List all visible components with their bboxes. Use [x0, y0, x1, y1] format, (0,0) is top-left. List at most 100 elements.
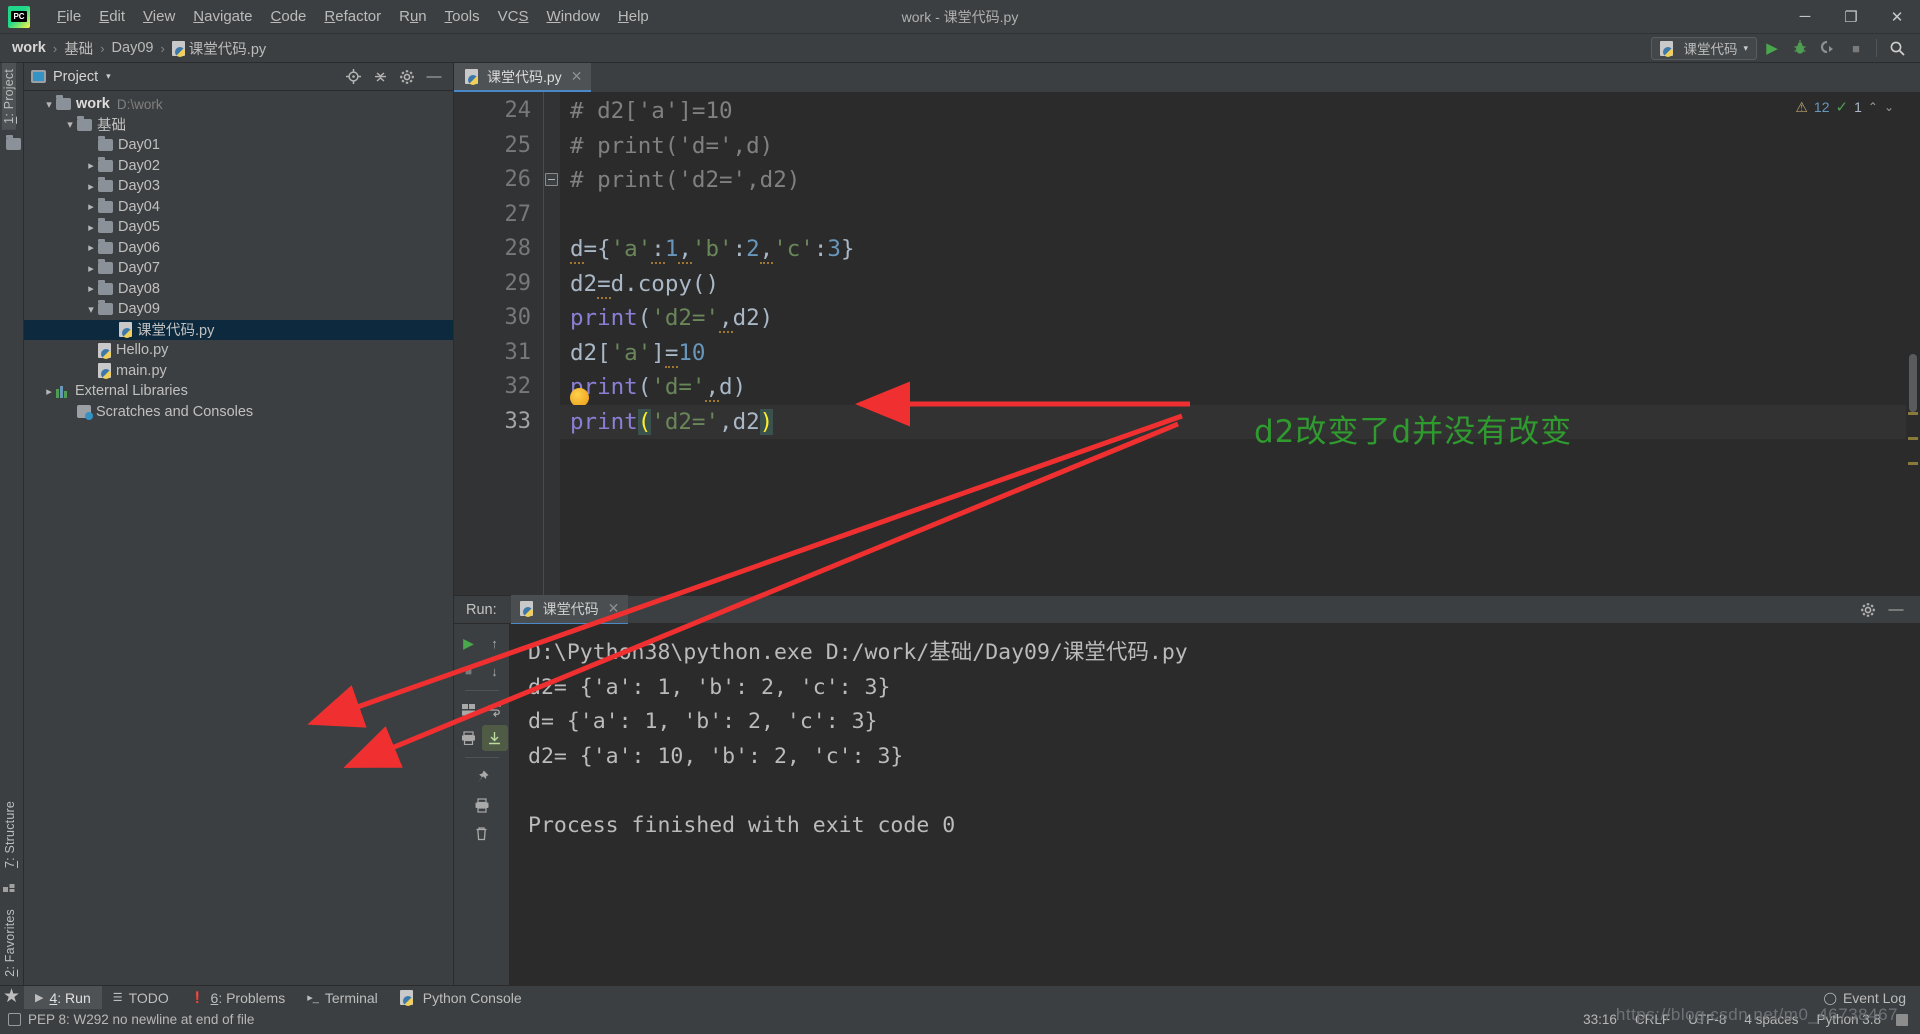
- run-button[interactable]: ▶: [1759, 35, 1785, 61]
- settings-gear-icon[interactable]: [1856, 598, 1880, 622]
- rerun-icon[interactable]: ▶: [456, 630, 482, 656]
- code-line-27[interactable]: [560, 198, 1920, 233]
- code-line-26[interactable]: # print('d2=',d2): [560, 163, 1920, 198]
- event-log-label[interactable]: Event Log: [1843, 990, 1906, 1006]
- menu-window[interactable]: Window: [538, 4, 609, 29]
- scroll-up-icon[interactable]: ↑: [482, 630, 508, 656]
- run-tab-kechengdaima[interactable]: 课堂代码 ✕: [511, 595, 629, 625]
- tree-node-day08[interactable]: Day08: [24, 279, 453, 300]
- menu-view[interactable]: View: [134, 4, 184, 29]
- line-number[interactable]: 33: [454, 405, 543, 440]
- menu-vcs[interactable]: VCS: [489, 4, 538, 29]
- code-line-31[interactable]: d2['a']=10: [560, 336, 1920, 371]
- previous-highlight-icon[interactable]: ⌃: [1868, 100, 1878, 114]
- caret-position[interactable]: 33:16: [1574, 1012, 1626, 1027]
- editor-marker-warning[interactable]: [1908, 412, 1918, 415]
- line-number[interactable]: 32: [454, 370, 543, 405]
- tree-node-[interactable]: 基础: [24, 115, 453, 136]
- collapse-all-icon[interactable]: [368, 65, 392, 89]
- code-line-24[interactable]: # d2['a']=10: [560, 94, 1920, 129]
- bottom-tab-pythonconsole[interactable]: Python Console: [389, 986, 533, 1010]
- chevron-down-icon[interactable]: ▾: [106, 71, 111, 82]
- project-tree[interactable]: workD:\work基础Day01Day02Day03Day04Day05Da…: [24, 91, 453, 985]
- hide-panel-icon[interactable]: —: [422, 65, 446, 89]
- bottom-tab-problems[interactable]: ❗6: Problems: [180, 986, 296, 1010]
- scroll-down-icon[interactable]: ↓: [482, 658, 508, 684]
- tree-node-mainpy[interactable]: main.py: [24, 361, 453, 382]
- chevron-right-icon[interactable]: [84, 221, 98, 234]
- print-icon[interactable]: [456, 725, 482, 751]
- settings-gear-icon[interactable]: [395, 65, 419, 89]
- line-number[interactable]: 25: [454, 129, 543, 164]
- console-output[interactable]: D:\Python38\python.exe D:/work/基础/Day09/…: [510, 624, 1920, 985]
- chevron-right-icon[interactable]: [84, 180, 98, 193]
- line-number[interactable]: 27: [454, 198, 543, 233]
- menu-refactor[interactable]: Refactor: [315, 4, 390, 29]
- bottom-tab-terminal[interactable]: ▸_Terminal: [296, 986, 389, 1010]
- soft-wrap-icon[interactable]: [482, 697, 508, 723]
- inspection-widget[interactable]: ⚠ 12 ✓ 1 ⌃ ⌄: [1795, 98, 1894, 116]
- menu-edit[interactable]: Edit: [90, 4, 134, 29]
- menu-navigate[interactable]: Navigate: [184, 4, 261, 29]
- memory-indicator-icon[interactable]: [8, 1013, 21, 1026]
- trash-icon[interactable]: [469, 820, 495, 846]
- tree-node-externallibraries[interactable]: External Libraries: [24, 381, 453, 402]
- line-number[interactable]: 24: [454, 94, 543, 129]
- print-layout-icon[interactable]: [456, 697, 482, 723]
- window-controls[interactable]: ─ ❐ ✕: [1782, 0, 1920, 34]
- tree-node-py[interactable]: 课堂代码.py: [24, 320, 453, 341]
- run-with-coverage-button[interactable]: [1815, 35, 1841, 61]
- chevron-right-icon[interactable]: [84, 241, 98, 254]
- code-line-28[interactable]: d={'a':1,'b':2,'c':3}: [560, 232, 1920, 267]
- scrollbar-thumb[interactable]: [1909, 354, 1917, 412]
- scroll-to-end-icon[interactable]: [482, 725, 508, 751]
- close-button[interactable]: ✕: [1874, 0, 1920, 34]
- chevron-down-icon[interactable]: [84, 303, 98, 316]
- menu-file[interactable]: File: [48, 4, 90, 29]
- line-number[interactable]: 28: [454, 232, 543, 267]
- chevron-down-icon[interactable]: [42, 98, 56, 111]
- menu-help[interactable]: Help: [609, 4, 658, 29]
- pin-icon[interactable]: [469, 764, 495, 790]
- line-number[interactable]: 26: [454, 163, 543, 198]
- rail-tab-favorites[interactable]: 2: Favorites: [3, 903, 17, 983]
- bottom-tab-todo[interactable]: ☰TODO: [102, 986, 180, 1010]
- printer-icon[interactable]: [469, 792, 495, 818]
- code-line-33[interactable]: print('d2=',d2): [560, 405, 1920, 440]
- lock-icon[interactable]: [1896, 1014, 1908, 1026]
- close-icon[interactable]: ✕: [571, 68, 583, 85]
- bottom-tabs[interactable]: ▶4: Run☰TODO❗6: Problems▸_TerminalPython…: [24, 986, 533, 1010]
- next-highlight-icon[interactable]: ⌄: [1884, 100, 1894, 114]
- chevron-down-icon[interactable]: [63, 118, 77, 131]
- debug-button[interactable]: [1787, 35, 1813, 61]
- tree-node-day06[interactable]: Day06: [24, 238, 453, 259]
- chevron-right-icon[interactable]: [84, 200, 98, 213]
- tree-node-day04[interactable]: Day04: [24, 197, 453, 218]
- maximize-button[interactable]: ❐: [1828, 0, 1874, 34]
- breadcrumb-item-3[interactable]: Day09: [112, 40, 154, 56]
- locate-icon[interactable]: [341, 65, 365, 89]
- stop-icon[interactable]: ■: [456, 658, 482, 684]
- editor-marker-warning[interactable]: [1908, 462, 1918, 465]
- menu-tools[interactable]: Tools: [436, 4, 489, 29]
- rail-tab-project[interactable]: 1: Project: [2, 63, 16, 130]
- tree-node-day05[interactable]: Day05: [24, 217, 453, 238]
- code-line-30[interactable]: print('d2=',d2): [560, 301, 1920, 336]
- chevron-right-icon[interactable]: [84, 262, 98, 275]
- breadcrumb-item-2[interactable]: 基础: [64, 38, 93, 59]
- tree-node-day07[interactable]: Day07: [24, 258, 453, 279]
- chevron-right-icon[interactable]: [84, 159, 98, 172]
- breadcrumb-item-4[interactable]: 课堂代码.py: [172, 38, 266, 59]
- menu-run[interactable]: Run: [390, 4, 436, 29]
- tree-node-hellopy[interactable]: Hello.py: [24, 340, 453, 361]
- breadcrumb-item-1[interactable]: work: [12, 40, 46, 56]
- code-folding-column[interactable]: [544, 92, 560, 595]
- rail-tab-structure[interactable]: 7: Structure: [3, 795, 17, 874]
- tree-node-day01[interactable]: Day01: [24, 135, 453, 156]
- line-number[interactable]: 29: [454, 267, 543, 302]
- fold-collapse-icon[interactable]: [545, 173, 558, 186]
- line-separator[interactable]: CRLF: [1626, 1012, 1679, 1027]
- menu-code[interactable]: Code: [262, 4, 316, 29]
- tree-node-scratchesandconsoles[interactable]: Scratches and Consoles: [24, 402, 453, 423]
- code-line-32[interactable]: print('d=',d): [560, 370, 1920, 405]
